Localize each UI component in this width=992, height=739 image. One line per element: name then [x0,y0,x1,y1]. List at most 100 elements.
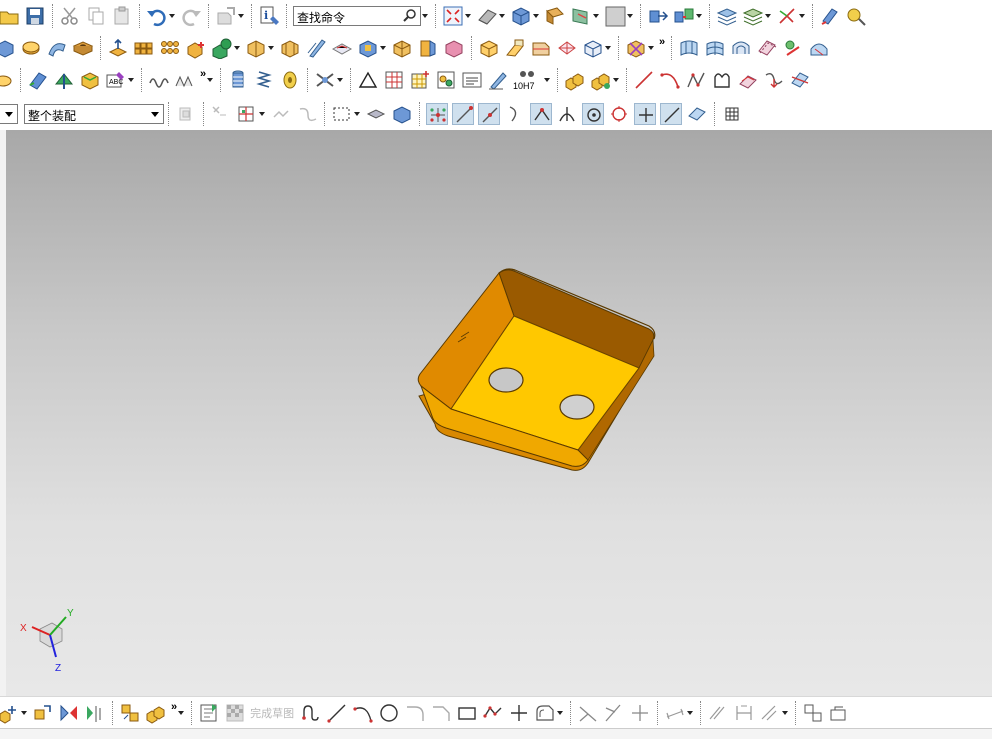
sketch-offset-icon[interactable] [534,702,556,724]
orient-view-dropdown-icon[interactable] [499,14,505,18]
tray-hole-right[interactable] [559,394,595,420]
weld-icon[interactable] [314,69,336,91]
hole-icon[interactable] [72,37,94,59]
rectangle-select-dropdown-icon[interactable] [354,112,360,116]
search-icon[interactable] [403,8,417,25]
sketch-circle-icon[interactable] [378,702,400,724]
move-to-layer-icon[interactable] [742,5,764,27]
view-triad[interactable]: X Y Z [20,608,74,674]
text-dropdown-icon[interactable] [128,78,134,82]
table-icon[interactable] [383,69,405,91]
trim-body-icon[interactable] [245,37,267,59]
block-icon[interactable] [478,37,500,59]
undo-icon[interactable] [146,5,168,27]
exploded-view-icon[interactable] [119,702,141,724]
search-dropdown-icon[interactable] [422,14,428,18]
component-array-icon[interactable] [84,702,106,724]
studio-spline-icon[interactable] [685,69,707,91]
tolerance-dropdown-icon[interactable] [544,78,551,82]
wcs-dropdown-icon[interactable] [799,14,805,18]
sheetmetal-dropdown-icon[interactable] [605,46,611,50]
component-dropdown-icon[interactable] [613,78,620,82]
snap-on-surface-icon[interactable] [686,103,708,125]
offset-face-icon[interactable] [305,37,327,59]
snap-quadrant-icon[interactable] [608,103,630,125]
snap-on-curve-icon[interactable] [660,103,682,125]
boolean-dropdown-icon[interactable] [234,46,240,50]
sketch-fillet-icon[interactable] [404,702,426,724]
trim-sheet-icon[interactable] [808,37,830,59]
information-icon[interactable]: i [258,5,280,27]
snap-intersection-icon[interactable] [530,103,552,125]
render-style-dropdown-icon[interactable] [533,14,539,18]
sketch-icon[interactable] [0,69,14,91]
sketch-settings-icon[interactable] [802,702,824,724]
section-view-icon[interactable] [544,5,566,27]
sketch-chamfer-icon[interactable] [430,702,452,724]
mesh-box-icon[interactable] [625,37,647,59]
copy-icon[interactable] [85,5,107,27]
assembly-constraint-dropdown-icon[interactable] [696,14,702,18]
snap-point-icon[interactable] [270,103,292,125]
save-icon[interactable] [24,5,46,27]
move-component-icon[interactable] [647,5,669,27]
background-color-dropdown-icon[interactable] [627,14,633,18]
disc-spring-icon[interactable] [279,69,301,91]
sketch-arc-icon[interactable] [352,702,374,724]
make-corner-icon[interactable] [629,702,651,724]
triangle-icon[interactable] [357,69,379,91]
subtract-icon[interactable] [211,37,233,59]
tray-part[interactable] [417,268,656,471]
contour-flange-icon[interactable] [530,37,552,59]
chamfer-icon[interactable] [443,37,465,59]
sketch-line-icon[interactable] [326,702,348,724]
corrugated-sheet-icon[interactable] [174,69,196,91]
toolbar-overflow-dropdown-icon[interactable] [207,78,214,82]
assembly-filter-select[interactable]: 整个装配 [24,104,164,124]
orient-view-icon[interactable] [476,5,498,27]
clipping-plane-dropdown-icon[interactable] [593,14,599,18]
show-constraints-icon[interactable] [733,702,755,724]
fit-view-icon[interactable] [442,5,464,27]
arc-icon[interactable] [659,69,681,91]
open-folder-icon[interactable] [0,5,20,27]
selection-scope-dropdown-icon[interactable] [259,112,265,116]
trim-body-dropdown-icon[interactable] [268,46,274,50]
select-body-icon[interactable] [391,103,413,125]
add-component-dropdown-icon[interactable] [21,711,27,715]
offset-curve-icon[interactable] [737,69,759,91]
toolbar-overflow-icon[interactable]: » [200,68,206,80]
selection-scope-icon[interactable] [236,103,258,125]
wave-spring-icon[interactable] [148,69,170,91]
sketch-rectangle-icon[interactable] [456,702,478,724]
grid-icon[interactable] [721,103,743,125]
flange-icon[interactable] [504,37,526,59]
pattern-feature-icon[interactable] [133,37,155,59]
sketch-task-icon[interactable] [198,702,220,724]
snap-control-point-icon[interactable] [504,103,526,125]
associative-icon[interactable] [296,103,318,125]
geometric-constraint-icon[interactable] [707,702,729,724]
revolve-icon[interactable] [20,37,42,59]
line-icon[interactable] [633,69,655,91]
quick-trim-icon[interactable] [577,702,599,724]
undo-dropdown-icon[interactable] [169,14,175,18]
graphics-window[interactable]: X Y Z [6,130,992,696]
intersection-curve-icon[interactable] [789,69,811,91]
extrude-icon[interactable] [0,37,16,59]
datum-axis-icon[interactable] [53,69,75,91]
unite-icon[interactable] [185,37,207,59]
sketch-offset-dropdown-icon[interactable] [557,711,564,715]
wcs-icon[interactable] [776,5,798,27]
drawing-view-icon[interactable] [435,69,457,91]
wireframe-icon[interactable] [556,37,578,59]
layer-dropdown-icon[interactable] [765,14,771,18]
toolbar-overflow-icon[interactable]: » [659,36,665,48]
reattach-icon[interactable] [828,702,850,724]
heart-curve-icon[interactable] [711,69,733,91]
hole-pattern-icon[interactable] [159,37,181,59]
model-canvas[interactable]: X Y Z [6,130,992,696]
constraint-dropdown-icon[interactable] [782,711,789,715]
auto-constraint-icon[interactable] [759,702,781,724]
rapid-dimension-icon[interactable] [664,702,686,724]
